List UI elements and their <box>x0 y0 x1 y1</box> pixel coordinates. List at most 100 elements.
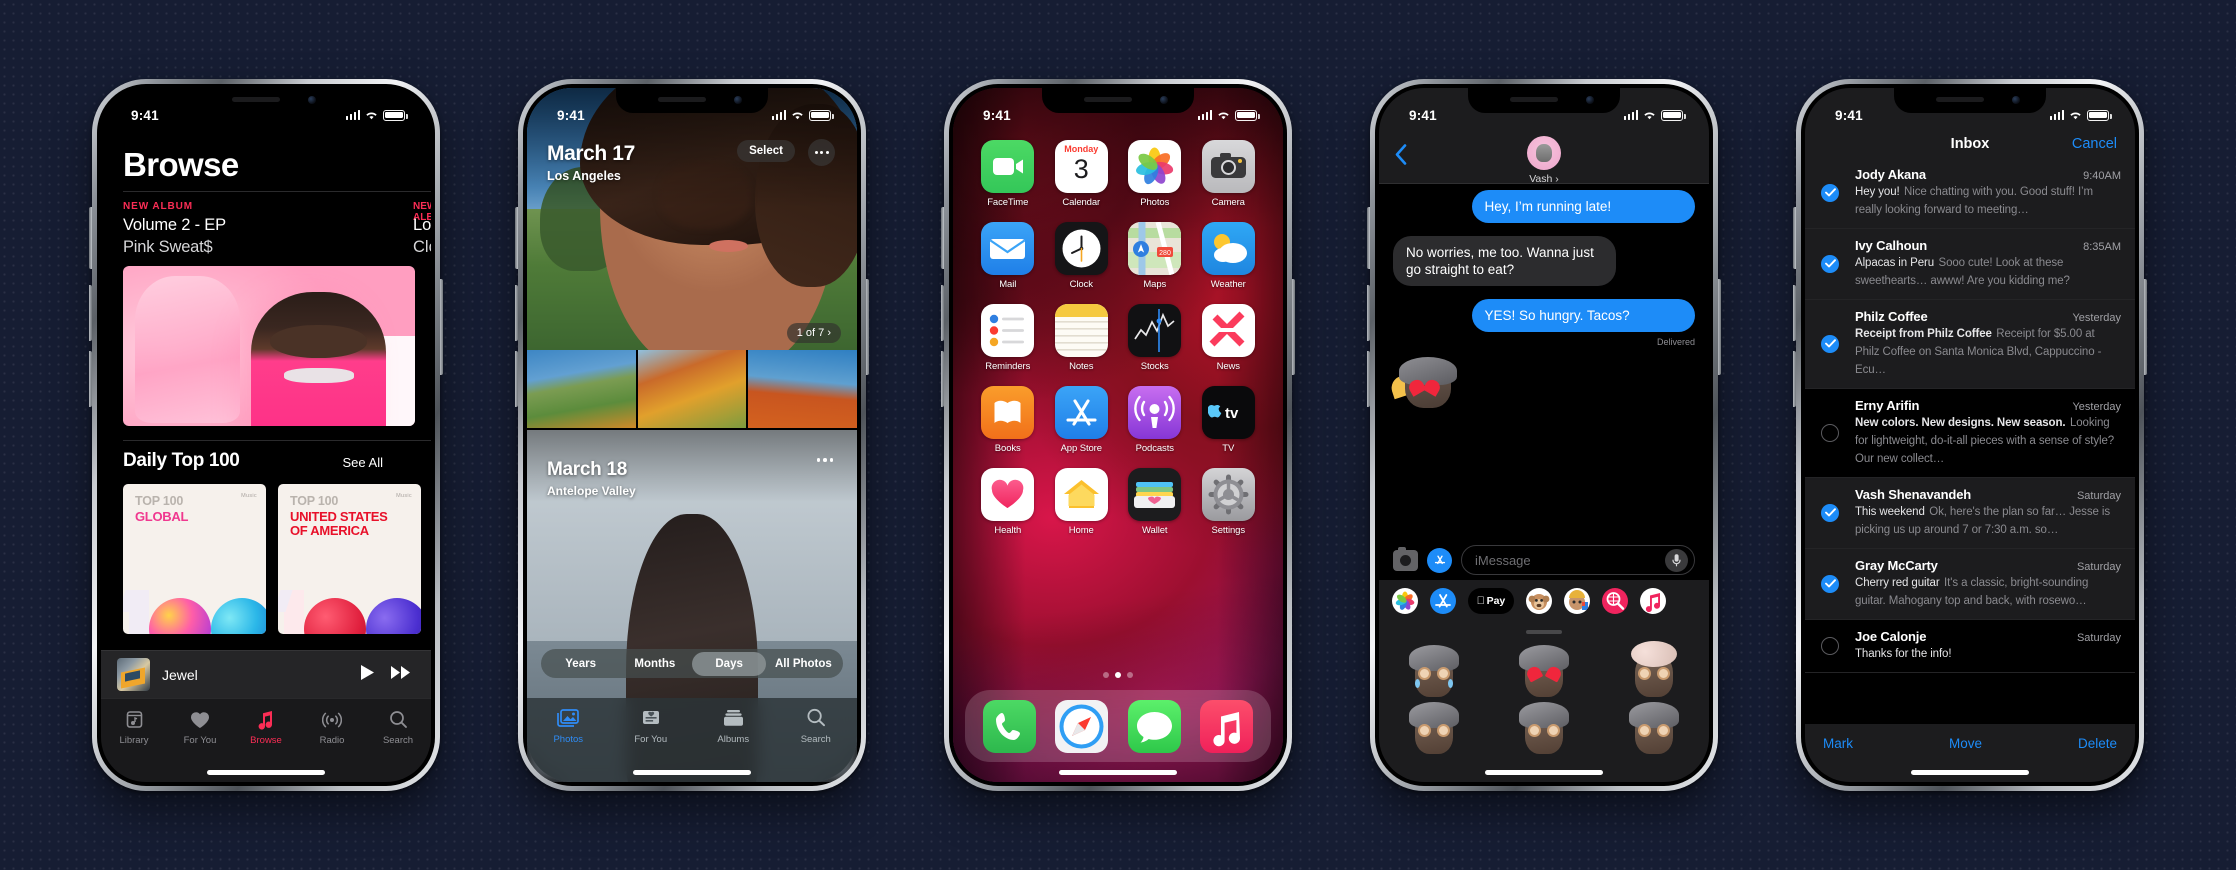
chevron-left-icon[interactable] <box>1395 144 1407 170</box>
email-row[interactable]: Ivy Calhoun 8:35AM Alpacas in Peru Sooo c… <box>1805 229 2135 300</box>
app-settings[interactable]: Settings <box>1192 468 1266 536</box>
music-icon[interactable] <box>1640 588 1666 614</box>
safari-icon[interactable] <box>1055 699 1109 753</box>
volume-down-button[interactable] <box>941 351 944 407</box>
app-weather[interactable]: Weather <box>1192 222 1266 290</box>
select-button[interactable]: Select <box>737 140 795 162</box>
volume-down-button[interactable] <box>89 351 92 407</box>
app-store-icon[interactable] <box>1427 547 1452 573</box>
segment-days[interactable]: Days <box>692 651 767 676</box>
message-bubble[interactable]: No worries, me too. Wanna just go straig… <box>1393 236 1617 286</box>
app-stocks[interactable]: Stocks <box>1118 304 1192 372</box>
app-news[interactable]: News <box>1192 304 1266 372</box>
app-tv[interactable]: tv TV <box>1192 386 1266 454</box>
app-camera[interactable]: Camera <box>1192 140 1266 208</box>
microphone-icon[interactable] <box>1665 548 1688 572</box>
message-bubble[interactable]: YES! So hungry. Tacos? <box>1471 299 1695 332</box>
playlist-card[interactable]: TOP 100 UNITED STATES OF AMERICA Music <box>278 484 421 634</box>
volume-up-button[interactable] <box>941 285 944 341</box>
select-checkbox[interactable] <box>1805 487 1855 538</box>
power-button[interactable] <box>2144 279 2147 375</box>
tab-search[interactable]: Search <box>365 708 431 782</box>
drawer-grabber[interactable] <box>1526 630 1562 634</box>
app-clock[interactable]: Clock <box>1045 222 1119 290</box>
power-button[interactable] <box>440 279 443 375</box>
power-button[interactable] <box>1718 279 1721 375</box>
select-checkbox[interactable] <box>1805 167 1855 218</box>
app-facetime[interactable]: FaceTime <box>971 140 1045 208</box>
memoji-sticker-item[interactable] <box>1489 644 1599 701</box>
volume-up-button[interactable] <box>1793 285 1796 341</box>
photo-count-badge[interactable]: 1 of 7 › <box>786 323 841 343</box>
power-button[interactable] <box>1292 279 1295 375</box>
volume-down-button[interactable] <box>1793 351 1796 407</box>
memoji-sticker-item[interactable] <box>1379 644 1489 701</box>
music-icon[interactable] <box>1200 699 1254 753</box>
volume-up-button[interactable] <box>515 285 518 341</box>
app-mail[interactable]: Mail <box>971 222 1045 290</box>
home-indicator[interactable] <box>1485 770 1603 775</box>
mark-button[interactable]: Mark <box>1823 736 1853 751</box>
photo-thumbnail[interactable] <box>527 350 636 428</box>
segment-years[interactable]: Years <box>544 652 618 676</box>
contact-name[interactable]: Vash › <box>1529 173 1559 185</box>
now-playing-bar[interactable]: Jewel <box>101 650 431 698</box>
app-health[interactable]: Health <box>971 468 1045 536</box>
segment-months[interactable]: Months <box>618 652 692 676</box>
tab-photos[interactable]: Photos <box>527 708 610 782</box>
message-bubble[interactable]: Hey, I’m running late! <box>1471 190 1695 223</box>
memoji-sticker[interactable] <box>1388 357 1459 416</box>
memoji-sticker-item[interactable] <box>1489 701 1599 758</box>
camera-icon[interactable] <box>1393 546 1418 571</box>
email-list[interactable]: Jody Akana 9:40AM Hey you! Nice chatting … <box>1805 158 2135 724</box>
animoji-icon[interactable] <box>1526 588 1552 614</box>
app-wallet[interactable]: Wallet <box>1118 468 1192 536</box>
photo-thumbnail[interactable] <box>748 350 857 428</box>
app-books[interactable]: Books <box>971 386 1045 454</box>
home-indicator[interactable] <box>1911 770 2029 775</box>
select-checkbox[interactable] <box>1805 238 1855 289</box>
more-dots-icon[interactable] <box>816 458 833 462</box>
play-icon[interactable] <box>360 664 375 686</box>
tab-search[interactable]: Search <box>775 708 858 782</box>
select-checkbox[interactable] <box>1805 558 1855 609</box>
memoji-icon[interactable] <box>1564 588 1590 614</box>
app-home[interactable]: Home <box>1045 468 1119 536</box>
avatar[interactable] <box>1527 136 1561 170</box>
app-photos[interactable]: Photos <box>1118 140 1192 208</box>
photo-thumbnail[interactable] <box>637 350 747 428</box>
imessage-input[interactable]: iMessage <box>1461 545 1695 575</box>
power-button[interactable] <box>866 279 869 375</box>
cancel-button[interactable]: Cancel <box>2072 136 2117 152</box>
app-store-icon[interactable] <box>1430 588 1456 614</box>
messages-icon[interactable] <box>1127 699 1181 753</box>
tab-library[interactable]: Library <box>101 708 167 782</box>
playlist-card[interactable]: TOP 100 GLOBAL Music <box>123 484 266 634</box>
fast-forward-icon[interactable] <box>391 665 411 685</box>
email-row[interactable]: Gray McCarty Saturday Cherry red guitar I… <box>1805 549 2135 620</box>
select-checkbox[interactable] <box>1805 309 1855 378</box>
memoji-sticker-item[interactable] <box>1379 701 1489 758</box>
email-row[interactable]: Erny Arifin Yesterday New colors. New des… <box>1805 389 2135 478</box>
page-indicator-dots[interactable] <box>1103 672 1133 678</box>
app-maps[interactable]: 280 Maps <box>1118 222 1192 290</box>
select-checkbox[interactable] <box>1805 398 1855 467</box>
email-row[interactable]: Jody Akana 9:40AM Hey you! Nice chatting … <box>1805 158 2135 229</box>
app-notes[interactable]: Notes <box>1045 304 1119 372</box>
photos-icon[interactable] <box>1392 588 1418 614</box>
more-dots-icon[interactable] <box>808 139 835 166</box>
move-button[interactable]: Move <box>1949 736 1982 751</box>
app-calendar[interactable]: Monday 3 Calendar <box>1045 140 1119 208</box>
email-row[interactable]: Joe Calonje Saturday Thanks for the info! <box>1805 620 2135 673</box>
memoji-sticker-item[interactable] <box>1599 701 1709 758</box>
album-artwork[interactable] <box>123 266 415 426</box>
app-reminders[interactable]: Reminders <box>971 304 1045 372</box>
images-search-icon[interactable] <box>1602 588 1628 614</box>
home-indicator[interactable] <box>1059 770 1177 775</box>
volume-up-button[interactable] <box>89 285 92 341</box>
select-checkbox[interactable] <box>1805 629 1855 662</box>
apple-pay-icon[interactable]: Pay <box>1468 588 1514 614</box>
delete-button[interactable]: Delete <box>2078 736 2117 751</box>
app-app-store[interactable]: App Store <box>1045 386 1119 454</box>
home-indicator[interactable] <box>633 770 751 775</box>
